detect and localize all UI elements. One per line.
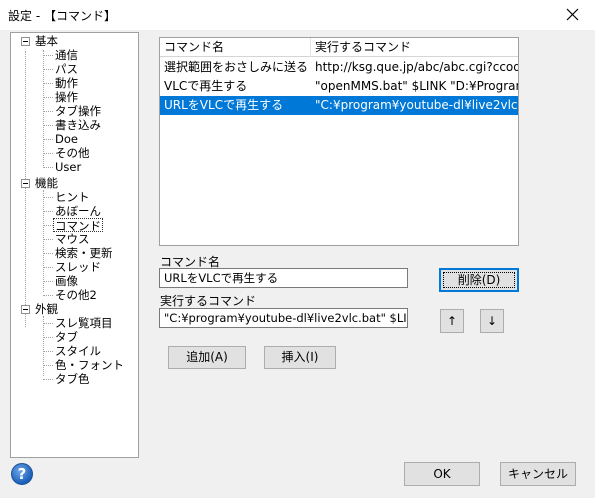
tree-item[interactable]: あぼーん	[55, 204, 101, 218]
tree-item-selected[interactable]: コマンド	[53, 218, 103, 233]
settings-tree[interactable]: 基本 通信 パス 動作 操作 タブ操作 書き込み Doe その他 User 機能…	[10, 32, 139, 458]
collapse-icon[interactable]	[21, 179, 30, 188]
tree-group-appearance[interactable]: 外観	[35, 302, 58, 316]
tree-item[interactable]: 操作	[55, 90, 78, 104]
insert-button[interactable]: 挿入(I)	[264, 346, 336, 369]
command-list[interactable]: コマンド名 実行するコマンド 選択範囲をおさしみに送る http://ksg.q…	[159, 37, 519, 246]
command-name-input[interactable]: URLをVLCで再生する	[159, 268, 408, 288]
tree-item[interactable]: タブ色	[55, 372, 90, 386]
close-button[interactable]	[551, 0, 595, 30]
window-title: 設定 - 【コマンド】	[8, 9, 116, 23]
row-name: URLをVLCで再生する	[164, 98, 284, 112]
command-input[interactable]: "C:¥program¥youtube-dl¥live2vlc.bat" $LI…	[159, 308, 408, 328]
add-button[interactable]: 追加(A)	[168, 346, 246, 369]
tree-item[interactable]: その他2	[55, 288, 97, 302]
table-row[interactable]: VLCで再生する "openMMS.bat" $LINK "D:¥Program…	[160, 77, 518, 96]
help-icon[interactable]: ?	[11, 463, 33, 485]
tree-item[interactable]: タブ操作	[55, 104, 101, 118]
tree-item[interactable]: スレ覧項目	[55, 316, 113, 330]
command-label: 実行するコマンド	[160, 294, 257, 308]
ok-button[interactable]: OK	[404, 462, 480, 486]
tree-item[interactable]: 画像	[55, 274, 78, 288]
close-icon	[566, 8, 579, 21]
tree-line	[43, 316, 44, 376]
tree-item[interactable]: スレッド	[55, 260, 101, 274]
tree-item[interactable]: 書き込み	[55, 118, 101, 132]
tree-line	[43, 50, 44, 166]
row-command: "C:¥program¥youtube-dl¥live2vlc.bat" $	[315, 98, 518, 112]
move-down-button[interactable]: ↓	[480, 309, 504, 333]
tree-item[interactable]: 色・フォント	[55, 358, 124, 372]
delete-button[interactable]: 削除(D)	[439, 268, 519, 292]
tree-line	[25, 51, 26, 327]
arrow-up-icon: ↑	[446, 314, 458, 328]
collapse-icon[interactable]	[21, 305, 30, 314]
tree-item[interactable]: その他	[55, 146, 90, 160]
arrow-down-icon: ↓	[486, 314, 498, 328]
move-up-button[interactable]: ↑	[440, 309, 464, 333]
table-row[interactable]: 選択範囲をおさしみに送る http://ksg.que.jp/abc/abc.c…	[160, 58, 518, 77]
row-name: VLCで再生する	[164, 79, 248, 93]
tree-line	[43, 190, 44, 292]
cancel-button[interactable]: キャンセル	[500, 462, 576, 486]
table-row-selected[interactable]: URLをVLCで再生する "C:¥program¥youtube-dl¥live…	[160, 96, 518, 115]
list-header: コマンド名 実行するコマンド	[160, 38, 518, 57]
tree-item[interactable]: マウス	[55, 232, 90, 246]
tree-item[interactable]: 通信	[55, 48, 78, 62]
help-button-label: ?	[17, 465, 27, 483]
column-header-command[interactable]: 実行するコマンド	[311, 38, 518, 57]
tree-group-basic[interactable]: 基本	[35, 34, 58, 48]
row-command: http://ksg.que.jp/abc/abc.cgi?ccode=$T	[315, 60, 518, 74]
tree-item[interactable]: 動作	[55, 76, 78, 90]
tree-item[interactable]: User	[55, 160, 81, 174]
tree-item[interactable]: Doe	[55, 132, 78, 146]
row-command: "openMMS.bat" $LINK "D:¥Program File	[315, 79, 518, 93]
collapse-icon[interactable]	[21, 37, 30, 46]
tree-item[interactable]: タブ	[55, 330, 78, 344]
tree-item[interactable]: 検索・更新	[55, 246, 113, 260]
tree-item[interactable]: ヒント	[55, 190, 90, 204]
title-bar: 設定 - 【コマンド】	[0, 0, 595, 30]
tree-item[interactable]: パス	[55, 62, 78, 76]
tree-item[interactable]: スタイル	[55, 344, 101, 358]
row-name: 選択範囲をおさしみに送る	[164, 60, 309, 74]
tree-group-function[interactable]: 機能	[35, 176, 58, 190]
column-header-name[interactable]: コマンド名	[160, 38, 311, 57]
